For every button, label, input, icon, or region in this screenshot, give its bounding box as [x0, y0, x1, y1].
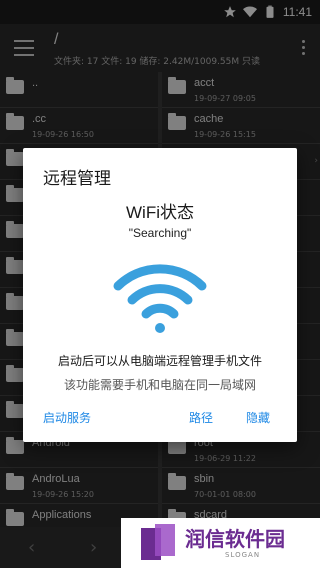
- dialog-message-secondary: 该功能需要手机和电脑在同一局域网: [63, 378, 256, 392]
- start-service-button[interactable]: 启动服务: [43, 409, 91, 426]
- watermark-text: 润信软件园: [185, 527, 285, 551]
- wifi-icon: [113, 264, 207, 333]
- wifi-status-value: "Searching": [128, 226, 192, 240]
- hide-button[interactable]: 隐藏: [246, 409, 270, 426]
- path-button[interactable]: 路径: [189, 409, 213, 426]
- remote-management-dialog: 远程管理 WiFi状态 "Searching" 启动后可以从电脑端远程管理手机文…: [23, 148, 297, 442]
- dialog-title: 远程管理: [43, 169, 111, 189]
- watermark-slogan: SLOGAN: [225, 551, 261, 559]
- brand-logo-icon: [141, 524, 175, 560]
- dialog-message-primary: 启动后可以从电脑端远程管理手机文件: [57, 354, 262, 368]
- watermark-logo: 润信软件园 SLOGAN: [121, 518, 320, 568]
- wifi-status-label: WiFi状态: [126, 203, 194, 222]
